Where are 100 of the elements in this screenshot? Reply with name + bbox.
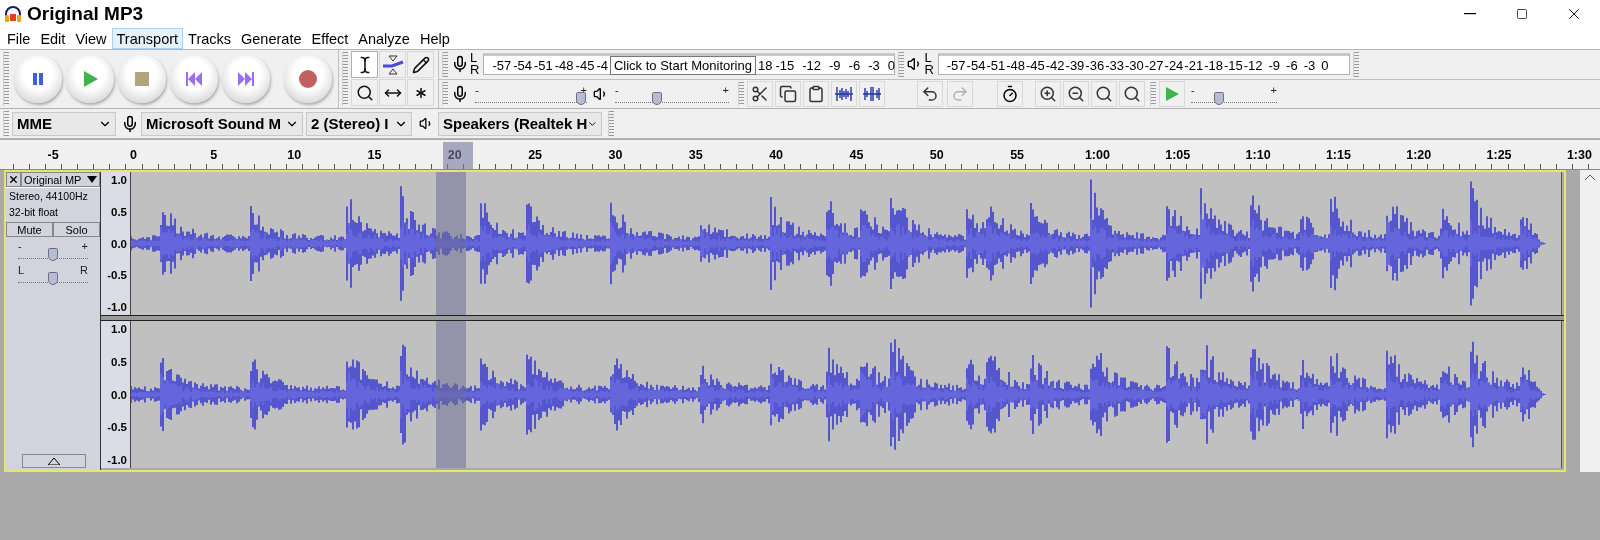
skip-start-button[interactable] xyxy=(170,55,218,103)
skip-end-button[interactable] xyxy=(222,55,270,103)
toolbar-grip[interactable] xyxy=(1150,81,1156,106)
menu-item[interactable]: Tracks xyxy=(183,28,237,49)
menu-item[interactable]: View xyxy=(70,28,112,49)
scrollbar[interactable] xyxy=(1580,170,1600,472)
slider-thumb[interactable] xyxy=(576,91,587,105)
toolbar-grip[interactable] xyxy=(898,52,905,77)
envelope-icon xyxy=(381,54,404,75)
toolbar-grip[interactable] xyxy=(1352,52,1359,77)
menu-item[interactable]: Edit xyxy=(35,28,71,49)
menu-item[interactable]: Help xyxy=(414,28,455,49)
amplitude-label: -0.5 xyxy=(107,421,127,434)
stop-button[interactable] xyxy=(118,55,166,103)
play-at-speed-button[interactable] xyxy=(1159,80,1185,107)
meter-scale-label: -15 xyxy=(1223,57,1243,73)
fit-selection-button[interactable] xyxy=(1091,80,1117,107)
draw-tool[interactable] xyxy=(407,51,434,78)
ruler-label: 1:05 xyxy=(1165,147,1191,162)
toolbar-grip[interactable] xyxy=(608,111,614,136)
slider-thumb[interactable] xyxy=(1214,91,1225,105)
toolbar-grip[interactable] xyxy=(738,81,744,106)
dropdown-triangle-icon xyxy=(87,176,97,183)
clipboard-icon xyxy=(807,84,825,103)
recording-device-dropdown[interactable]: Microsoft Sound M xyxy=(141,111,303,136)
menu-item[interactable]: Transport xyxy=(111,28,184,49)
toolbar-grip[interactable] xyxy=(3,111,9,136)
menu-item[interactable]: Generate xyxy=(236,28,307,49)
menu-item[interactable]: Effect xyxy=(306,28,354,49)
magnifier-icon xyxy=(1123,84,1141,103)
zoom-in-button[interactable] xyxy=(1035,80,1061,107)
copy-button[interactable] xyxy=(775,80,801,107)
recording-volume-slider[interactable] xyxy=(475,94,587,103)
trim-button[interactable] xyxy=(831,80,857,107)
ruler-label: 55 xyxy=(1010,147,1025,162)
amplitude-label: -1.0 xyxy=(107,454,127,466)
slider-thumb[interactable] xyxy=(48,272,58,285)
ruler-label: 1:20 xyxy=(1406,147,1432,162)
toolbar-grip[interactable] xyxy=(342,52,348,106)
restore-icon xyxy=(1516,8,1528,20)
sync-lock-button[interactable] xyxy=(997,80,1023,107)
channels-dropdown[interactable]: 2 (Stereo) I xyxy=(306,111,412,136)
multi-tool[interactable] xyxy=(407,79,434,106)
slider-max-label: + xyxy=(1270,84,1277,95)
play-speed-slider[interactable] xyxy=(1191,94,1277,103)
silence-button[interactable] xyxy=(859,80,885,107)
playback-volume-slider[interactable] xyxy=(615,94,729,103)
fit-project-button[interactable] xyxy=(1119,80,1145,107)
recording-meter[interactable]: -57-54-51-48-45-4 Click to Start Monitoring 18 -15 -12 -9 -6 -3 0 xyxy=(483,53,896,76)
slider-thumb[interactable] xyxy=(652,91,663,105)
pause-button[interactable] xyxy=(14,55,62,103)
amplitude-label: 0.0 xyxy=(111,237,127,250)
meter-scale-label: -54 xyxy=(513,57,532,73)
ruler-label: 45 xyxy=(849,147,864,162)
menu-item[interactable]: Analyze xyxy=(353,28,415,49)
envelope-tool[interactable] xyxy=(379,51,406,78)
toolbar-grip[interactable] xyxy=(442,52,448,77)
waveform-area[interactable] xyxy=(131,321,1562,468)
meter-scale-label: -33 xyxy=(1105,57,1124,73)
track-name-menu[interactable]: Original MP xyxy=(21,172,100,187)
playback-device-dropdown[interactable]: Speakers (Realtek H xyxy=(438,111,602,136)
meter-scale-label: -12 xyxy=(1243,57,1263,73)
time-shift-tool[interactable] xyxy=(379,79,406,106)
pan-slider[interactable] xyxy=(18,275,88,283)
toolbar-grip[interactable] xyxy=(3,52,9,106)
playback-meter[interactable]: -57-54-51-48-45-42-39-36-33-30-27-24-21-18-15-12 -9 -6 -3 0 xyxy=(937,53,1350,76)
play-button[interactable] xyxy=(66,55,114,103)
zoom-out-button[interactable] xyxy=(1063,80,1089,107)
meter-scale-label: -36 xyxy=(1085,57,1105,73)
scroll-up-icon xyxy=(1585,174,1595,180)
mute-button[interactable]: Mute xyxy=(6,222,53,237)
solo-button[interactable]: Solo xyxy=(53,222,100,237)
ruler-label: 25 xyxy=(528,147,543,162)
microphone-icon xyxy=(451,84,469,103)
menu-item[interactable]: File xyxy=(2,28,36,49)
selection-highlight[interactable] xyxy=(443,142,473,169)
ruler-label: 1:25 xyxy=(1486,147,1512,162)
record-button[interactable] xyxy=(284,55,332,103)
meter-scale-label: -9 xyxy=(829,57,841,73)
meter-scale-label: -21 xyxy=(1184,57,1204,73)
zoom-tool[interactable] xyxy=(351,79,378,106)
amplitude-label: 0.5 xyxy=(111,355,127,368)
toolbar-grip[interactable] xyxy=(442,81,448,106)
ruler-label: 50 xyxy=(929,147,944,162)
amplitude-label: 0.0 xyxy=(111,388,127,401)
slider-thumb[interactable] xyxy=(48,248,58,261)
selection-tool[interactable] xyxy=(351,51,378,78)
headphones-icon xyxy=(4,5,22,23)
paste-button[interactable] xyxy=(803,80,829,107)
timeline-ruler[interactable]: -5 0 5 10 15 20 25 30 35 40 45 50 55 1:00 1:05 1:10 1:15 1:20 1:25 1:30 xyxy=(0,140,1600,170)
meter-scale-label: 0 xyxy=(887,57,895,73)
meter-scale-label: -24 xyxy=(1164,57,1184,73)
undo-button[interactable] xyxy=(917,80,943,107)
audio-host-dropdown[interactable]: MME xyxy=(12,111,116,136)
collapse-button[interactable] xyxy=(22,454,86,468)
meter-scale-label: -51 xyxy=(986,57,1006,73)
cut-button[interactable] xyxy=(747,80,773,107)
slider-max-label: R xyxy=(80,265,88,275)
gain-slider[interactable] xyxy=(18,251,88,259)
ruler-label: 30 xyxy=(608,147,623,162)
